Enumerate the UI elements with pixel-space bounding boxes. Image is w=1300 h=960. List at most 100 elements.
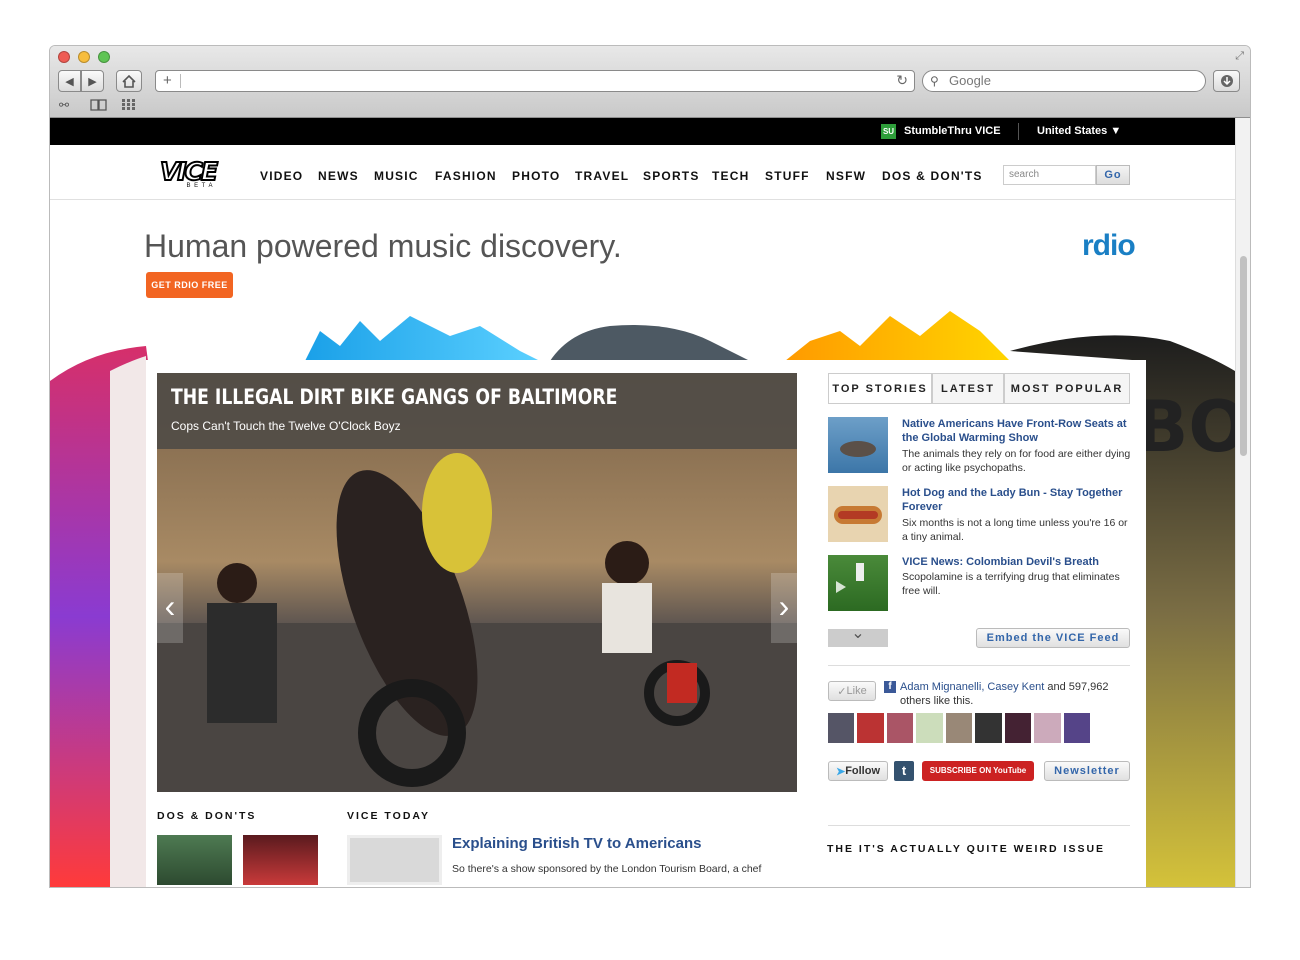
region-selector[interactable]: United States ▼: [1037, 125, 1121, 137]
story-desc: Six months is not a long time unless you…: [902, 517, 1128, 543]
scrollbar-thumb[interactable]: [1240, 256, 1247, 456]
avatar[interactable]: [945, 713, 973, 743]
tab-most-popular[interactable]: MOST POPULAR: [1004, 373, 1130, 403]
dos-thumbnail[interactable]: [157, 835, 232, 885]
zoom-window-button[interactable]: [98, 51, 110, 63]
minimize-window-button[interactable]: [78, 51, 90, 63]
avatar[interactable]: [886, 713, 914, 743]
vice-search-input[interactable]: search: [1003, 165, 1096, 185]
slider-prev-button[interactable]: ‹: [157, 573, 183, 643]
vice-today-heading: VICE TODAY: [347, 810, 431, 822]
content-panel: THE ILLEGAL DIRT BIKE GANGS OF BALTIMORE…: [146, 360, 1146, 887]
nav-news[interactable]: NEWS: [318, 169, 359, 183]
story-title[interactable]: Native Americans Have Front-Row Seats at…: [902, 417, 1132, 445]
topbar-divider: [1018, 123, 1019, 140]
facebook-like-text: Adam Mignanelli, Casey Kent and 597,962 …: [900, 680, 1130, 708]
more-stories-button[interactable]: ⌄: [828, 626, 888, 647]
search-icon: ⚲: [930, 74, 939, 88]
vice-logo[interactable]: VICE B E T A: [159, 158, 240, 192]
download-icon: [1220, 75, 1233, 87]
slider-next-button[interactable]: ›: [771, 573, 797, 643]
google-search-placeholder: Google: [949, 73, 991, 88]
home-button[interactable]: [116, 70, 142, 92]
main-nav: VICE B E T A VIDEO NEWS MUSIC FASHION PH…: [50, 145, 1235, 200]
back-button[interactable]: ◀: [58, 70, 81, 92]
tab-underline: [828, 403, 1130, 404]
tumblr-button[interactable]: t: [894, 761, 914, 781]
nav-sports[interactable]: SPORTS: [643, 169, 700, 183]
address-divider: [180, 74, 181, 88]
story-title[interactable]: Hot Dog and the Lady Bun - Stay Together…: [902, 486, 1132, 514]
story-title[interactable]: VICE News: Colombian Devil's Breath: [902, 555, 1132, 569]
story-item[interactable]: Hot Dog and the Lady Bun - Stay Together…: [828, 486, 1130, 546]
fullscreen-icon[interactable]: ⤢: [1235, 50, 1244, 63]
avatar[interactable]: [916, 713, 943, 743]
featured-slider[interactable]: THE ILLEGAL DIRT BIKE GANGS OF BALTIMORE…: [157, 373, 797, 792]
downloads-button[interactable]: [1213, 70, 1240, 92]
avatar[interactable]: [828, 713, 855, 743]
scrollbar[interactable]: [1235, 118, 1250, 887]
forward-button[interactable]: ▶: [81, 70, 104, 92]
embed-feed-button[interactable]: Embed the VICE Feed: [976, 628, 1130, 648]
like-people[interactable]: Adam Mignanelli, Casey Kent: [900, 681, 1044, 693]
rdio-logo[interactable]: rdio: [1082, 229, 1136, 263]
vice-search-placeholder: search: [1009, 169, 1040, 180]
story-item[interactable]: Native Americans Have Front-Row Seats at…: [828, 417, 1130, 477]
tab-latest[interactable]: LATEST: [932, 373, 1004, 403]
nav-dos-donts[interactable]: DOS & DON'TS: [882, 169, 983, 183]
featured-subtitle: Cops Can't Touch the Twelve O'Clock Boyz: [171, 419, 401, 433]
top-sites-grid-icon[interactable]: [122, 99, 136, 111]
follow-label: Follow: [845, 765, 881, 777]
youtube-subscribe-button[interactable]: SUBSCRIBE ON YouTube: [922, 761, 1034, 781]
facebook-faces: [828, 713, 1090, 743]
nav-video[interactable]: VIDEO: [260, 169, 303, 183]
facebook-like-button[interactable]: ✓ Like: [828, 681, 876, 701]
story-thumbnail: [828, 555, 888, 611]
new-tab-button[interactable]: +: [163, 72, 172, 89]
google-search-field[interactable]: ⚲ Google: [922, 70, 1206, 92]
nav-nsfw[interactable]: NSFW: [826, 169, 866, 183]
ad-headline: Human powered music discovery.: [144, 228, 622, 264]
nav-travel[interactable]: TRAVEL: [575, 169, 629, 183]
avatar[interactable]: [1034, 713, 1061, 743]
stumblethru-link[interactable]: StumbleThru VICE: [904, 125, 1001, 137]
like-check-icon: ✓: [837, 685, 847, 698]
reading-list-icon[interactable]: ⚯: [59, 98, 69, 112]
story-desc: Scopolamine is a terrifying drug that el…: [902, 571, 1120, 597]
browser-window: ⤢ ◀ ▶ + ↻ ⚲ Google ⚯ SU StumbleThru VICE…: [50, 46, 1250, 887]
vice-today-thumbnail[interactable]: [347, 835, 442, 885]
like-label: Like: [846, 685, 867, 697]
avatar[interactable]: [857, 713, 884, 743]
back-arrow-icon: ◀: [65, 75, 74, 88]
get-rdio-button[interactable]: GET RDIO FREE: [146, 272, 233, 298]
avatar[interactable]: [975, 713, 1002, 743]
twitter-follow-button[interactable]: ➤ Follow: [828, 761, 888, 781]
tab-top-stories[interactable]: TOP STORIES: [828, 373, 932, 403]
vice-top-bar: SU StumbleThru VICE United States ▼: [50, 118, 1235, 145]
browser-toolbar: ⤢ ◀ ▶ + ↻ ⚲ Google ⚯: [50, 46, 1250, 118]
dos-donts-heading: DOS & DON'TS: [157, 810, 257, 822]
avatar[interactable]: [1004, 713, 1032, 743]
vice-search-go-button[interactable]: Go: [1096, 165, 1130, 185]
nav-tech[interactable]: TECH: [712, 169, 749, 183]
nav-music[interactable]: MUSIC: [374, 169, 419, 183]
address-bar[interactable]: + ↻: [155, 70, 915, 92]
featured-caption-box: THE ILLEGAL DIRT BIKE GANGS OF BALTIMORE…: [157, 373, 797, 449]
vice-today-title[interactable]: Explaining British TV to Americans: [452, 835, 702, 852]
avatar[interactable]: [1063, 713, 1090, 743]
svg-text:BO: BO: [1135, 386, 1235, 468]
facebook-icon: f: [884, 681, 896, 693]
story-item[interactable]: VICE News: Colombian Devil's Breath Scop…: [828, 555, 1130, 615]
dos-thumbnail[interactable]: [243, 835, 318, 885]
reload-icon[interactable]: ↻: [896, 72, 908, 89]
featured-title[interactable]: THE ILLEGAL DIRT BIKE GANGS OF BALTIMORE: [171, 385, 617, 409]
story-desc: The animals they rely on for food are ei…: [902, 448, 1131, 474]
bookmarks-icon[interactable]: [90, 99, 108, 111]
nav-photo[interactable]: PHOTO: [512, 169, 560, 183]
sidebar: TOP STORIES LATEST MOST POPULAR Native A…: [828, 373, 1130, 826]
twitter-bird-icon: ➤: [835, 765, 846, 778]
close-window-button[interactable]: [58, 51, 70, 63]
nav-stuff[interactable]: STUFF: [765, 169, 810, 183]
newsletter-button[interactable]: Newsletter: [1044, 761, 1130, 781]
nav-fashion[interactable]: FASHION: [435, 169, 497, 183]
